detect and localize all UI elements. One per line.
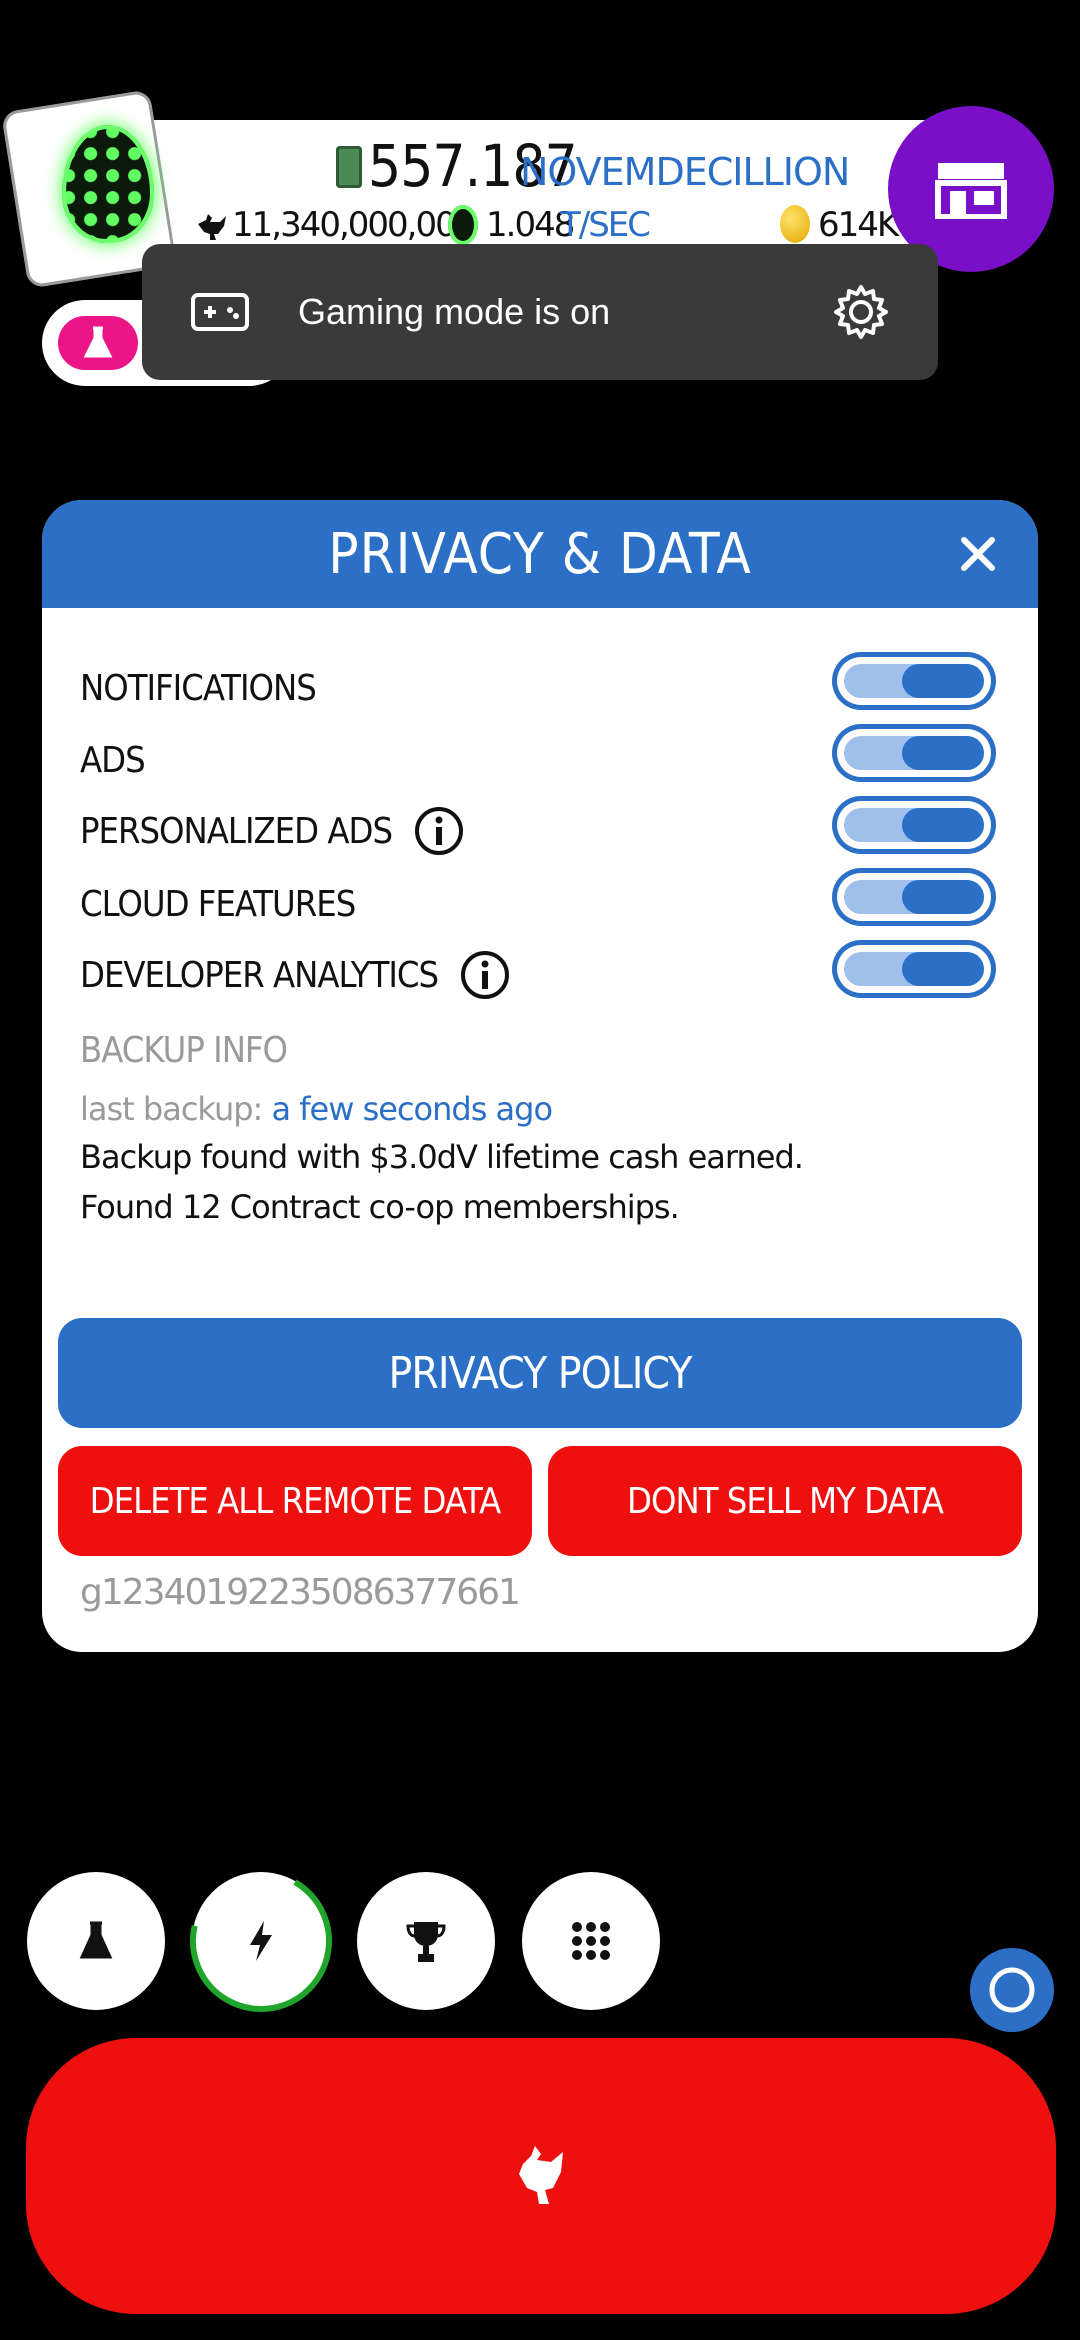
- dialog-header: PRIVACY & DATA: [42, 500, 1038, 608]
- notifications-label: NOTIFICATIONS: [80, 668, 317, 709]
- personalized-ads-toggle[interactable]: [832, 796, 996, 854]
- privacy-dialog: PRIVACY & DATA NOTIFICATIONS ADS PERSONA…: [42, 500, 1038, 1652]
- egg-rate-unit: T/SEC: [560, 205, 651, 245]
- shop-icon: [935, 163, 1007, 219]
- chicken-icon: [519, 2146, 563, 2204]
- backup-info-title: BACKUP INFO: [80, 1030, 288, 1071]
- toggle-knob: [902, 808, 984, 842]
- cash-icon: [336, 146, 362, 188]
- toggle-knob: [902, 664, 984, 698]
- gamepad-icon: [191, 293, 249, 331]
- flask-icon: [79, 1921, 113, 1959]
- toast-text: Gaming mode is on: [298, 291, 611, 332]
- golden-egg-count: 614K: [818, 205, 899, 245]
- personalized-ads-row: PERSONALIZED ADS: [80, 806, 464, 856]
- gaming-mode-toast: Gaming mode is on: [142, 244, 938, 380]
- cash-unit: NOVEMDECILLION: [520, 150, 850, 194]
- chicken-icon: [198, 214, 226, 240]
- personalized-ads-label: PERSONALIZED ADS: [80, 810, 393, 852]
- close-button[interactable]: [948, 524, 1008, 584]
- cloud-features-label: CLOUD FEATURES: [80, 884, 356, 925]
- gear-icon[interactable]: [832, 283, 890, 341]
- developer-analytics-label: DEVELOPER ANALYTICS: [80, 954, 439, 996]
- privacy-policy-button[interactable]: PRIVACY POLICY: [58, 1318, 1022, 1428]
- flask-icon: [83, 326, 113, 358]
- dont-sell-data-button[interactable]: DONT SELL MY DATA: [548, 1446, 1022, 1556]
- trophy-button[interactable]: [357, 1872, 495, 2010]
- golden-egg-icon: [780, 205, 810, 243]
- ads-toggle[interactable]: [832, 724, 996, 782]
- notifications-toggle[interactable]: [832, 652, 996, 710]
- info-icon[interactable]: [414, 806, 464, 856]
- user-id: g12340192235086377661: [80, 1572, 521, 1613]
- toggle-knob: [902, 952, 984, 986]
- close-icon: [961, 537, 995, 571]
- dialog-title: PRIVACY & DATA: [328, 521, 752, 587]
- ads-label: ADS: [80, 740, 146, 781]
- assistant-button[interactable]: [970, 1948, 1054, 2032]
- circle-icon: [989, 1967, 1035, 2013]
- menu-button[interactable]: [522, 1872, 660, 2010]
- cloud-features-toggle[interactable]: [832, 868, 996, 926]
- boost-progress-ring: [190, 1870, 332, 2012]
- developer-analytics-row: DEVELOPER ANALYTICS: [80, 950, 510, 1000]
- last-backup-line: last backup: a few seconds ago: [80, 1090, 554, 1128]
- toggle-knob: [902, 736, 984, 770]
- boost-button[interactable]: [190, 1870, 332, 2012]
- trophy-icon: [406, 1922, 446, 1962]
- egg-rate-icon: [448, 205, 478, 245]
- grid-menu-icon: [572, 1922, 610, 1960]
- hatch-chicken-button[interactable]: [26, 2038, 1056, 2314]
- backup-cash-line: Backup found with $3.0dV lifetime cash e…: [80, 1138, 804, 1176]
- backup-coop-line: Found 12 Contract co-op memberships.: [80, 1188, 680, 1226]
- last-backup-label: last backup:: [80, 1090, 263, 1128]
- last-backup-value: a few seconds ago: [271, 1090, 554, 1128]
- chicken-count: 11,340,000,000: [232, 205, 476, 245]
- research-button[interactable]: [27, 1872, 165, 2010]
- info-icon[interactable]: [460, 950, 510, 1000]
- toggle-knob: [902, 880, 984, 914]
- research-pill-button[interactable]: [58, 316, 138, 370]
- delete-remote-data-button[interactable]: DELETE ALL REMOTE DATA: [58, 1446, 532, 1556]
- developer-analytics-toggle[interactable]: [832, 940, 996, 998]
